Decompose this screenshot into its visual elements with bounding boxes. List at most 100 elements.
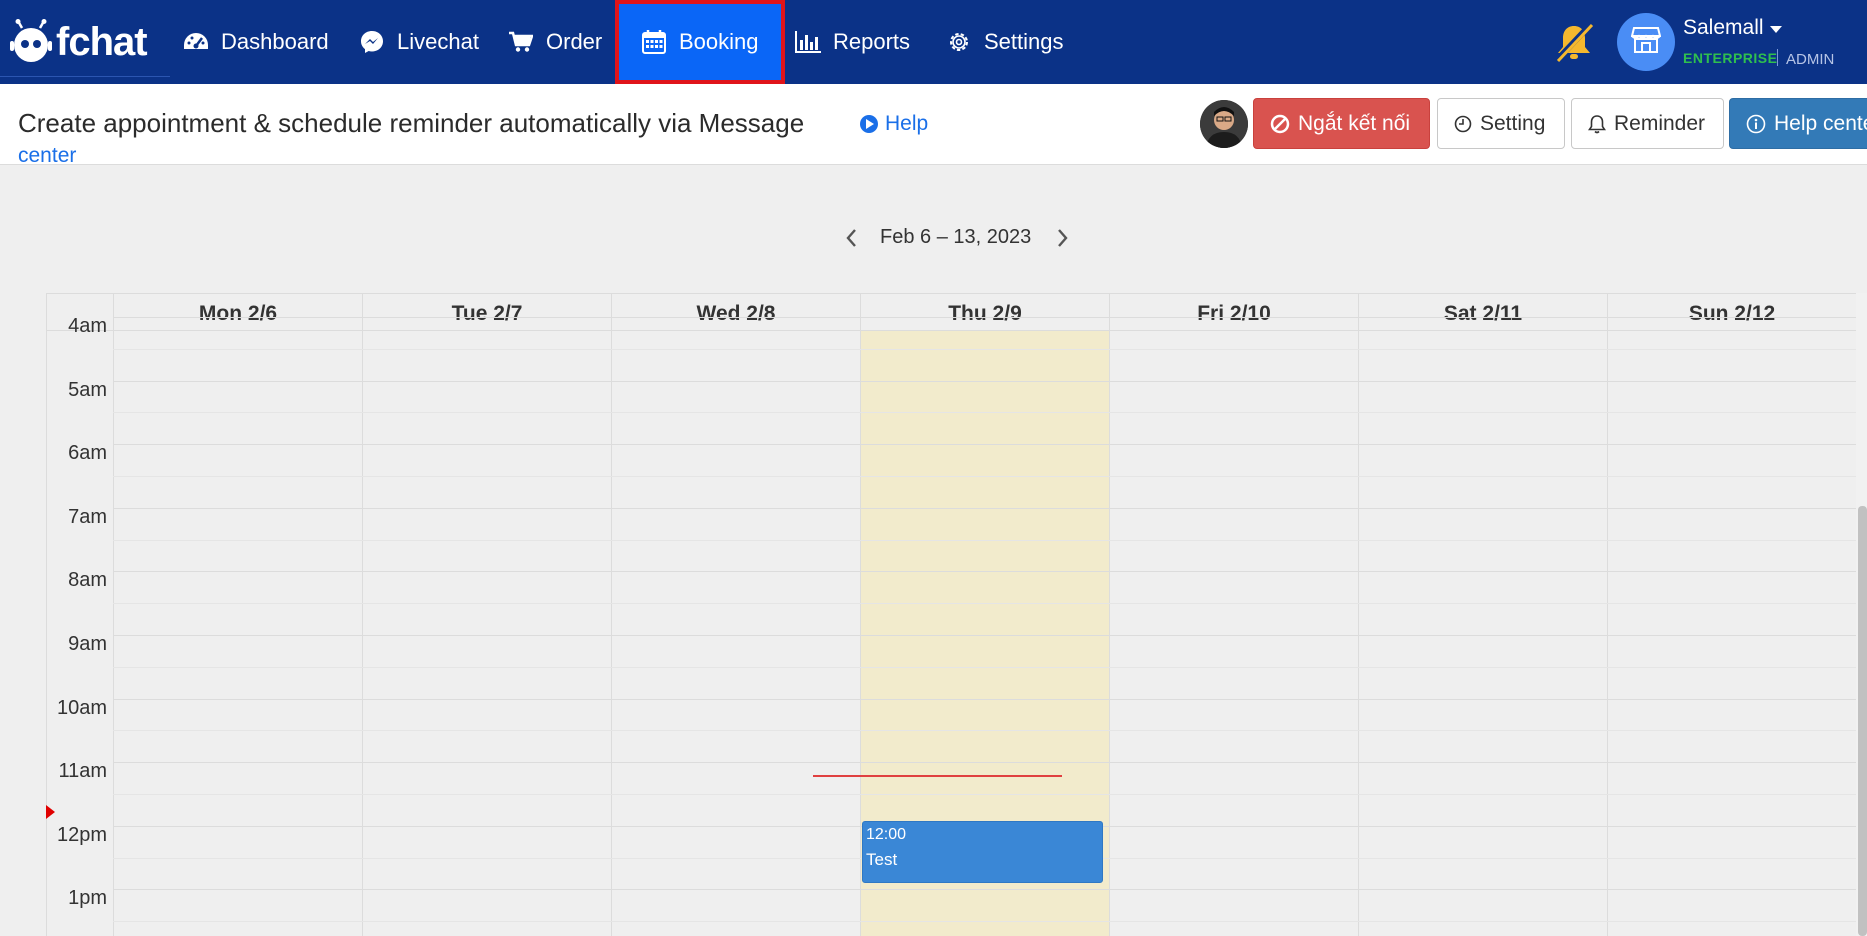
day-column-mon[interactable] [113,331,362,936]
setting-button[interactable]: Setting [1437,98,1565,149]
page-profile-avatar[interactable] [1200,100,1248,148]
half-hour-gridline [113,667,1856,668]
nav-order-label: Order [546,29,603,54]
help-link-continued[interactable]: center [18,144,76,168]
nav-dashboard-label: Dashboard [221,29,329,54]
hour-gridline [113,635,1856,636]
time-slot-label: 10am [56,697,107,719]
gauge-icon [183,29,209,55]
calendar-toolbar: Feb 6 – 13, 2023 [0,218,1867,258]
plan-role-divider [1777,49,1778,66]
brand-divider [0,76,170,77]
disconnect-button[interactable]: Ngắt kết nối [1253,98,1430,149]
clock-icon [1454,115,1472,133]
half-hour-gridline [113,730,1856,731]
messenger-icon [359,29,385,55]
nav-booking-label: Booking [679,29,759,54]
day-header-sun[interactable]: Sun 2/12 [1607,294,1856,331]
robot-logo-icon [8,19,54,65]
calendar-day-header: Mon 2/6 Tue 2/7 Wed 2/8 Thu 2/9 Fri 2/10… [47,294,1856,331]
half-hour-gridline [113,794,1856,795]
time-slot-label: 1pm [68,887,107,909]
info-circle-icon [1746,114,1766,134]
play-circle-icon [860,115,878,133]
day-header-fri[interactable]: Fri 2/10 [1109,294,1358,331]
nav-settings-label: Settings [984,29,1064,54]
nav-reports-label: Reports [833,29,911,54]
store-avatar[interactable] [1617,13,1675,71]
calendar-scrollbar-thumb[interactable] [1858,506,1867,936]
hour-gridline [113,317,1856,318]
plan-badge: ENTERPRISE [1683,50,1778,66]
bar-chart-icon [795,29,821,55]
current-time-indicator [813,775,1062,777]
brand-logo-link[interactable]: fchat [8,18,148,66]
current-time-arrow-icon [46,805,55,819]
time-slot-label: 7am [68,506,107,528]
reminder-button[interactable]: Reminder [1571,98,1724,149]
day-header-tue[interactable]: Tue 2/7 [362,294,611,331]
half-hour-gridline [113,349,1856,350]
nav-settings[interactable]: Settings [946,0,1064,84]
event-time: 12:00 [866,826,907,843]
prev-week-button[interactable] [840,224,864,252]
nav-livechat[interactable]: Livechat [359,0,479,84]
muted-bell-icon[interactable] [1552,20,1596,64]
nav-booking[interactable]: Booking [615,0,785,84]
top-navbar: fchat Dashboard Livechat Order Booking R… [0,0,1867,84]
time-slot-label: 6am [68,442,107,464]
day-column-fri[interactable] [1109,331,1358,936]
day-header-thu[interactable]: Thu 2/9 [860,294,1109,331]
nav-order[interactable]: Order [508,0,602,84]
nav-livechat-label: Livechat [397,29,479,54]
half-hour-gridline [113,921,1856,922]
day-column-sat[interactable] [1358,331,1607,936]
disconnect-button-label: Ngắt kết nối [1298,111,1411,135]
day-header-sat[interactable]: Sat 2/11 [1358,294,1607,331]
role-label: ADMIN [1786,51,1835,68]
hour-gridline [113,889,1856,890]
half-hour-gridline [113,476,1856,477]
day-header-mon[interactable]: Mon 2/6 [113,294,362,331]
account-name[interactable]: Salemall [1683,16,1764,40]
brand-name: fchat [56,19,148,64]
nav-dashboard[interactable]: Dashboard [183,0,329,84]
next-week-button[interactable] [1050,224,1074,252]
bell-icon [1588,114,1606,134]
help-link[interactable]: Help [860,112,928,136]
help-center-button-label: Help center [1774,111,1867,135]
calendar-event[interactable]: 12:00 Test [862,821,1103,883]
nav-reports[interactable]: Reports [795,0,910,84]
half-hour-gridline [113,540,1856,541]
calendar-date-range: Feb 6 – 13, 2023 [880,226,1032,248]
half-hour-gridline [113,412,1856,413]
chevron-down-icon[interactable] [1770,26,1782,33]
time-slot-label: 12pm [56,824,107,846]
ban-icon [1270,114,1290,134]
day-column-tue[interactable] [362,331,611,936]
reminder-button-label: Reminder [1614,111,1706,135]
day-header-wed[interactable]: Wed 2/8 [611,294,860,331]
hour-gridline [113,381,1856,382]
day-column-sun[interactable] [1607,331,1856,936]
time-slot-label: 9am [68,633,107,655]
event-title: Test [866,850,898,869]
cart-icon [508,29,534,55]
help-center-button[interactable]: Help center [1729,98,1867,149]
time-slot-label: 11am [58,760,107,782]
time-slot-label: 5am [68,379,107,401]
setting-button-label: Setting [1480,111,1546,135]
time-slot-label: 4am [68,315,107,337]
hour-gridline [113,699,1856,700]
calendar-icon [641,29,667,55]
hour-gridline [113,571,1856,572]
half-hour-gridline [113,603,1856,604]
hour-gridline [113,762,1856,763]
day-column-wed[interactable] [611,331,860,936]
hour-gridline [113,444,1856,445]
page-title: Create appointment & schedule reminder a… [18,108,805,138]
help-link-label: Help [885,112,929,135]
hour-gridline [113,508,1856,509]
store-icon [1630,26,1662,59]
gear-icon [946,29,972,55]
